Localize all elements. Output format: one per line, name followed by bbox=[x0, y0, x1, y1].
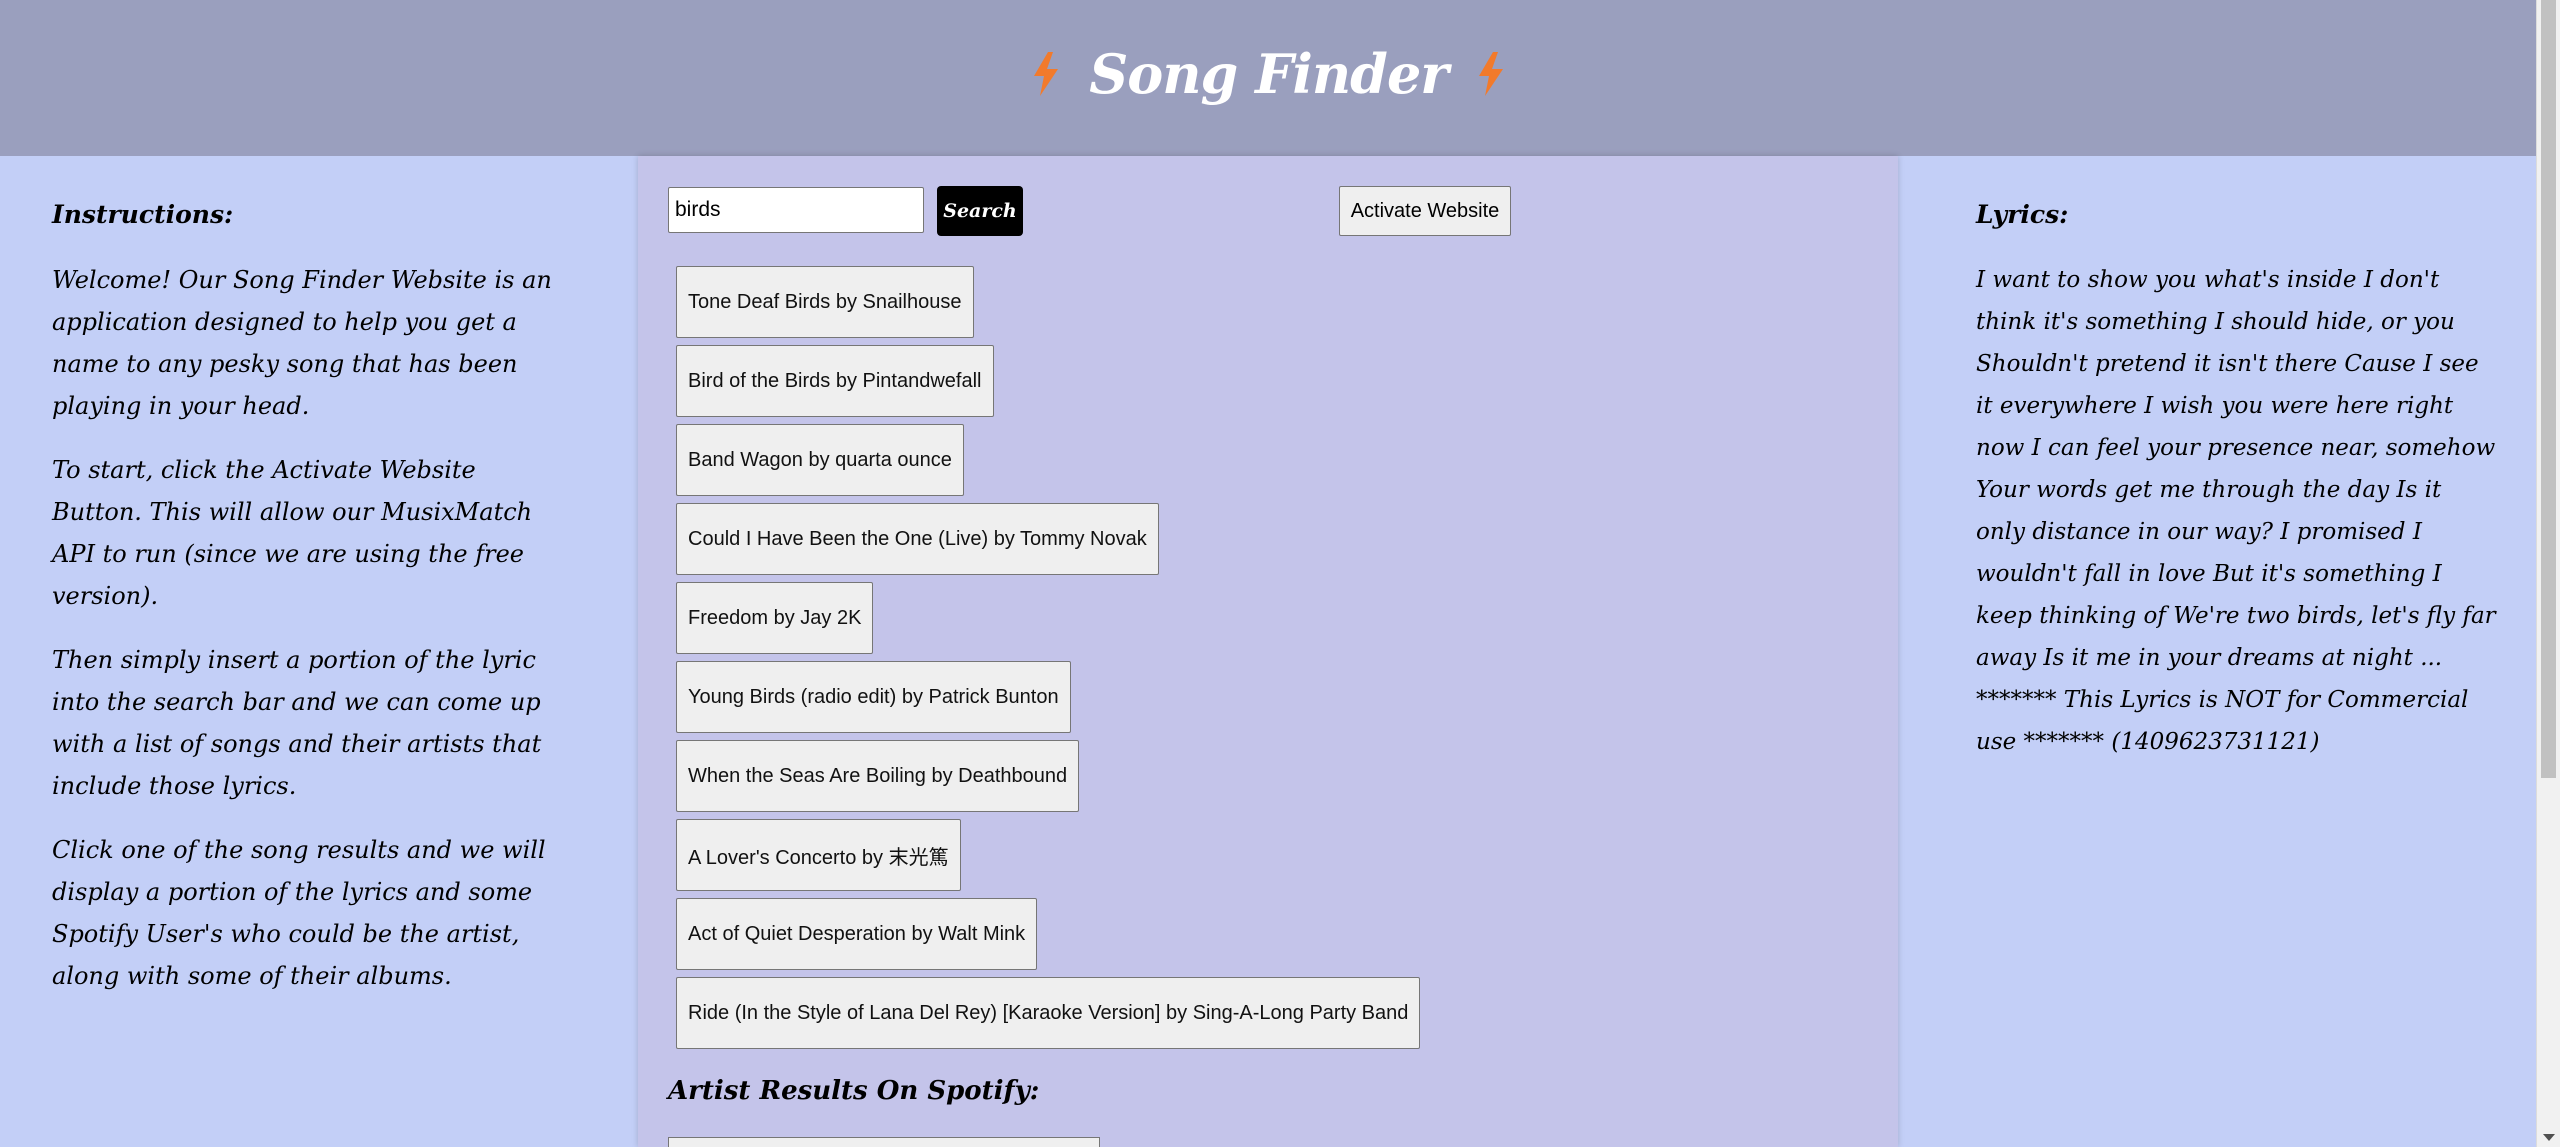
song-result-button[interactable]: Tone Deaf Birds by Snailhouse bbox=[676, 266, 974, 338]
song-result-button[interactable]: Freedom by Jay 2K bbox=[676, 582, 874, 654]
header: Song Finder bbox=[0, 0, 2537, 156]
song-result-button[interactable]: A Lover's Concerto by 末光篤 bbox=[676, 819, 961, 891]
instructions-paragraph: Click one of the song results and we wil… bbox=[52, 836, 546, 990]
lyrics-panel: Lyrics: I want to show you what's inside… bbox=[1976, 200, 2496, 763]
song-result-button[interactable]: Could I Have Been the One (Live) by Tomm… bbox=[676, 503, 1159, 575]
song-results-list: Tone Deaf Birds by Snailhouse Bird of th… bbox=[676, 266, 1421, 1056]
instructions-paragraph: To start, click the Activate Website But… bbox=[52, 456, 533, 610]
search-panel: Search Activate Website Tone Deaf Birds … bbox=[638, 156, 1898, 1147]
lyrics-heading: Lyrics: bbox=[1976, 200, 2069, 229]
instructions-paragraph: Welcome! Our Song Finder Website is an a… bbox=[52, 266, 552, 420]
song-result-button[interactable]: When the Seas Are Boiling by Deathbound bbox=[676, 740, 1080, 812]
scrollbar-thumb[interactable] bbox=[2541, 0, 2556, 778]
lyrics-text: I want to show you what's inside I don't… bbox=[1976, 267, 2496, 755]
instructions-panel: Instructions: Welcome! Our Song Finder W… bbox=[52, 200, 572, 1019]
lightning-bolt-icon bbox=[1034, 52, 1059, 96]
scroll-down-arrow-icon[interactable] bbox=[2543, 1134, 2555, 1141]
search-button[interactable]: Search bbox=[937, 186, 1023, 236]
instructions-heading: Instructions: bbox=[52, 200, 234, 229]
song-result-button[interactable]: Young Birds (radio edit) by Patrick Bunt… bbox=[676, 661, 1071, 733]
lightning-bolt-icon bbox=[1478, 52, 1503, 96]
page-title: Song Finder bbox=[1089, 42, 1449, 106]
song-result-button[interactable]: Band Wagon by quarta ounce bbox=[676, 424, 964, 496]
page-scrollbar[interactable] bbox=[2536, 0, 2560, 1147]
instructions-paragraph: Then simply insert a portion of the lyri… bbox=[52, 646, 542, 800]
activate-website-button[interactable]: Activate Website bbox=[1339, 186, 1511, 236]
header-title-group: Song Finder bbox=[1031, 42, 1506, 106]
artist-results-heading: Artist Results On Spotify: bbox=[668, 1076, 1040, 1106]
song-result-button[interactable]: Ride (In the Style of Lana Del Rey) [Kar… bbox=[676, 977, 1421, 1049]
search-input[interactable] bbox=[668, 187, 924, 233]
song-result-button[interactable]: Bird of the Birds by Pintandwefall bbox=[676, 345, 994, 417]
artist-result-button[interactable] bbox=[668, 1137, 1100, 1147]
song-result-button[interactable]: Act of Quiet Desperation by Walt Mink bbox=[676, 898, 1038, 970]
